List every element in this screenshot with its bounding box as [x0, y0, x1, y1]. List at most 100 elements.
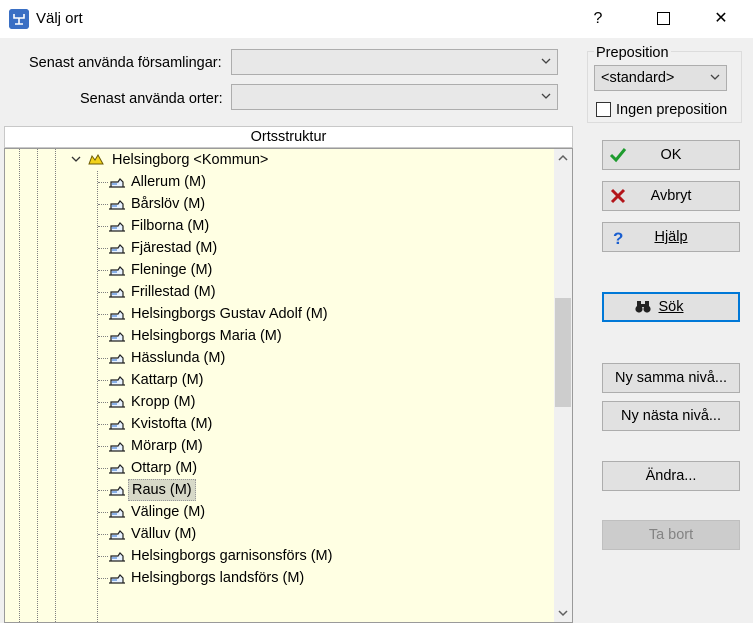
tree-item[interactable]: Mörarp (M) [5, 435, 553, 457]
parish-church-icon [109, 200, 125, 210]
blue-question-icon: ? [613, 229, 623, 246]
dialog-body: Senast använda församlingar: Senast anvä… [0, 38, 753, 623]
tree-item-label: Allerum (M) [131, 174, 206, 190]
parish-church-icon [109, 464, 125, 474]
new-same-level-label: Ny samma nivå... [615, 370, 727, 386]
new-same-level-button[interactable]: Ny samma nivå... [602, 363, 740, 393]
help-title-button[interactable]: ? [575, 0, 621, 38]
tree-connector [98, 358, 108, 359]
scroll-down-icon[interactable] [554, 604, 572, 622]
tree-item[interactable]: Kvistofta (M) [5, 413, 553, 435]
parish-church-icon [109, 288, 125, 298]
tree-item[interactable]: Bårslöv (M) [5, 193, 553, 215]
ok-button-label: OK [660, 147, 682, 163]
tree-connector [98, 314, 108, 315]
parish-church-icon [109, 244, 125, 254]
tree-item[interactable]: Hässlunda (M) [5, 347, 553, 369]
edit-button-label: Ändra... [645, 468, 697, 484]
tree-item[interactable]: Frillestad (M) [5, 281, 553, 303]
chevron-down-icon [541, 58, 551, 64]
chevron-down-icon [541, 93, 551, 99]
edit-button[interactable]: Ändra... [602, 461, 740, 491]
red-x-icon [610, 188, 626, 204]
parish-church-icon [109, 574, 125, 584]
app-icon [9, 9, 29, 29]
tree-item[interactable]: Raus (M) [5, 479, 553, 501]
tree-item[interactable]: Välinge (M) [5, 501, 553, 523]
tree-item[interactable]: Välluv (M) [5, 523, 553, 545]
tree-item-label: Helsingborgs Maria (M) [131, 328, 282, 344]
tree-item[interactable]: Helsingborgs garnisonsförs (M) [5, 545, 553, 567]
tree-item-label: Helsingborgs garnisonsförs (M) [131, 548, 333, 564]
parish-church-icon [109, 266, 125, 276]
tree-item-label: Kattarp (M) [131, 372, 204, 388]
tree-item[interactable]: Kattarp (M) [5, 369, 553, 391]
tree-connector [98, 380, 108, 381]
parish-church-icon [109, 178, 125, 188]
tree-item[interactable]: Helsingborgs Gustav Adolf (M) [5, 303, 553, 325]
preposition-select[interactable]: <standard> [594, 65, 727, 91]
parish-church-icon [109, 376, 125, 386]
parish-church-icon [109, 332, 125, 342]
no-preposition-checkbox[interactable] [596, 102, 611, 117]
tree-item[interactable]: Allerum (M) [5, 171, 553, 193]
parish-church-icon [109, 530, 125, 540]
tree-item[interactable]: Helsingborgs Maria (M) [5, 325, 553, 347]
close-button[interactable]: ✕ [698, 0, 744, 38]
recent-parishes-combo[interactable] [231, 49, 558, 75]
preposition-value: <standard> [601, 70, 675, 86]
tree-connector [98, 424, 108, 425]
scroll-up-icon[interactable] [554, 149, 572, 167]
no-preposition-label: Ingen preposition [616, 102, 728, 118]
tree-connector [98, 226, 108, 227]
tree-item[interactable]: Fjärestad (M) [5, 237, 553, 259]
tree-item-label: Frillestad (M) [131, 284, 216, 300]
preposition-group-label: Preposition [594, 45, 671, 61]
help-button[interactable]: ? Hjälp [602, 222, 740, 252]
tree-item-label: Kvistofta (M) [131, 416, 213, 432]
search-button[interactable]: Sök [602, 292, 740, 322]
tree-item[interactable]: Fleninge (M) [5, 259, 553, 281]
tree-root-row[interactable]: Helsingborg <Kommun> [5, 149, 553, 171]
tree-item[interactable]: Ottarp (M) [5, 457, 553, 479]
tree-connector [98, 512, 108, 513]
parish-church-icon [109, 222, 125, 232]
delete-button: Ta bort [602, 520, 740, 550]
recent-places-combo[interactable] [231, 84, 558, 110]
maximize-icon [656, 12, 670, 26]
tree-scrollbar[interactable] [554, 149, 572, 622]
tree-connector [98, 248, 108, 249]
recent-parishes-label: Senast använda församlingar: [29, 55, 222, 71]
window-title: Välj ort [36, 10, 83, 27]
tree-item-label: Hässlunda (M) [131, 350, 226, 366]
tree-connector [98, 270, 108, 271]
tree-connector [98, 204, 108, 205]
tree-connector [98, 402, 108, 403]
tree-item[interactable]: Kropp (M) [5, 391, 553, 413]
tree-connector [98, 578, 108, 579]
scroll-thumb[interactable] [555, 298, 571, 408]
tree-connector [98, 468, 108, 469]
chevron-down-icon [710, 74, 720, 80]
tree-item-label: Fleninge (M) [131, 262, 213, 278]
new-next-level-button[interactable]: Ny nästa nivå... [602, 401, 740, 431]
help-button-label: Hjälp [654, 229, 688, 245]
cancel-button-label: Avbryt [650, 188, 692, 204]
parish-church-icon [109, 508, 125, 518]
title-bar: Välj ort ? ✕ [0, 0, 753, 38]
delete-button-label: Ta bort [648, 527, 694, 543]
search-button-label: Sök [658, 299, 684, 315]
maximize-button[interactable] [640, 0, 686, 38]
place-tree[interactable]: Helsingborg <Kommun> Allerum (M) Bårslöv … [4, 148, 573, 623]
tree-column-header[interactable]: Ortsstruktur [4, 126, 573, 148]
tree-connector [98, 490, 108, 491]
tree-connector [98, 182, 108, 183]
ok-button[interactable]: OK [602, 140, 740, 170]
parish-church-icon [109, 552, 125, 562]
tree-connector [98, 534, 108, 535]
parish-church-icon [109, 354, 125, 364]
tree-item-label: Välluv (M) [131, 526, 197, 542]
tree-item[interactable]: Filborna (M) [5, 215, 553, 237]
cancel-button[interactable]: Avbryt [602, 181, 740, 211]
tree-item[interactable]: Helsingborgs landsförs (M) [5, 567, 553, 589]
